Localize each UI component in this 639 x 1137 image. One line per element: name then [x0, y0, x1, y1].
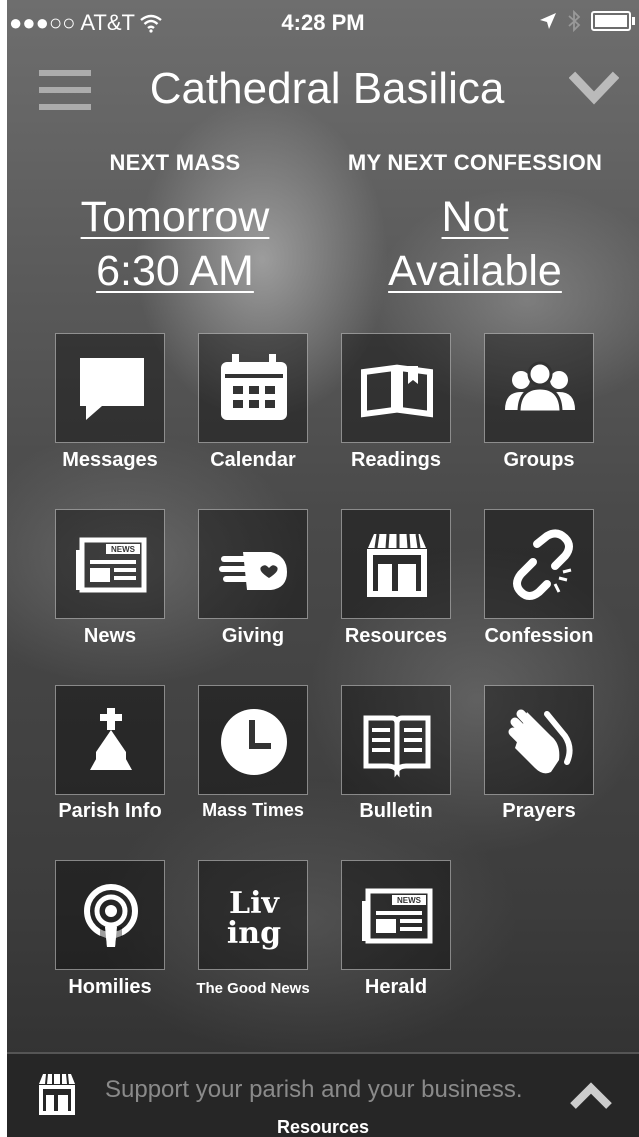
storefront-icon [39, 1073, 75, 1115]
church-icon [90, 708, 132, 770]
tile-label-bulletin[interactable]: Bulletin [316, 800, 476, 823]
tile-label-giving[interactable]: Giving [173, 625, 333, 648]
tile-label-groups[interactable]: Groups [459, 449, 619, 472]
logo-text-ing: ing [227, 916, 281, 951]
next-mass-panel: NEXT MASS Tomorrow 6:30 AM [17, 150, 333, 298]
next-confession-panel: MY NEXT CONFESSION Not Available [317, 150, 633, 298]
living-logo-icon: Liv ing [227, 886, 281, 951]
tile-the-good-news[interactable]: Liv ing [198, 860, 308, 970]
tile-label-messages[interactable]: Messages [30, 449, 190, 472]
app-header: Cathedral Basilica [7, 56, 639, 126]
tile-label-the-good-news[interactable]: The Good News [173, 980, 333, 997]
next-confession-line1[interactable]: Not [317, 190, 633, 244]
tile-label-homilies[interactable]: Homilies [30, 976, 190, 999]
tile-giving[interactable] [198, 509, 308, 619]
footer-caption: Resources [276, 1117, 370, 1137]
tile-parish-info[interactable] [55, 685, 165, 795]
clock-icon [221, 709, 287, 775]
newspaper-icon: NEWS [76, 537, 147, 593]
tile-bulletin[interactable] [341, 685, 451, 795]
calendar-icon [221, 354, 287, 420]
news-badge-text: NEWS [111, 545, 136, 554]
next-mass-link[interactable]: Tomorrow 6:30 AM [17, 190, 333, 298]
next-confession-label: MY NEXT CONFESSION [347, 150, 603, 175]
tile-calendar[interactable] [198, 333, 308, 443]
app-screen: ●●●○○ AT&T 4:28 PM Cathedral Basilica NE… [7, 0, 639, 1137]
page-title: Cathedral Basilica [149, 64, 505, 113]
tile-label-prayers[interactable]: Prayers [459, 800, 619, 823]
news-badge-text: NEWS [397, 896, 422, 905]
battery-icon [591, 11, 635, 31]
next-confession-link[interactable]: Not Available [317, 190, 633, 298]
next-mass-day[interactable]: Tomorrow [17, 190, 333, 244]
tile-label-confession[interactable]: Confession [459, 625, 619, 648]
status-indicators [539, 10, 635, 32]
chat-bubble-icon [80, 358, 144, 420]
promo-text: Support your parish and your business. [105, 1076, 523, 1103]
people-icon [505, 361, 575, 414]
tile-label-parish-info[interactable]: Parish Info [30, 800, 190, 823]
status-bar: ●●●○○ AT&T 4:28 PM [7, 0, 639, 46]
praying-hands-icon [508, 709, 573, 774]
tile-news[interactable]: NEWS [55, 509, 165, 619]
tile-label-resources[interactable]: Resources [316, 625, 476, 648]
newspaper-icon: NEWS [362, 888, 433, 944]
bluetooth-icon [568, 10, 581, 32]
open-book-icon [361, 364, 433, 418]
next-confession-line2[interactable]: Available [317, 244, 633, 298]
chevron-up-icon[interactable] [567, 1078, 615, 1112]
podcast-icon [84, 884, 138, 947]
menu-icon[interactable] [39, 70, 91, 110]
tile-homilies[interactable] [55, 860, 165, 970]
tile-confession[interactable] [484, 509, 594, 619]
storefront-icon [367, 533, 427, 597]
tile-label-news[interactable]: News [30, 625, 190, 648]
location-arrow-icon [540, 13, 556, 29]
next-mass-time[interactable]: 6:30 AM [17, 244, 333, 298]
tile-label-mass-times[interactable]: Mass Times [173, 800, 333, 821]
tile-readings[interactable] [341, 333, 451, 443]
chevron-down-icon[interactable] [569, 68, 619, 108]
tile-herald[interactable]: NEWS [341, 860, 451, 970]
hand-heart-icon [219, 552, 287, 590]
tile-prayers[interactable] [484, 685, 594, 795]
tile-groups[interactable] [484, 333, 594, 443]
tile-label-herald[interactable]: Herald [316, 976, 476, 999]
tile-resources[interactable] [341, 509, 451, 619]
next-mass-label: NEXT MASS [109, 150, 241, 175]
broken-chain-icon [513, 529, 573, 600]
tile-label-calendar[interactable]: Calendar [173, 449, 333, 472]
tile-label-readings[interactable]: Readings [316, 449, 476, 472]
book-pages-icon [363, 715, 431, 778]
tile-messages[interactable] [55, 333, 165, 443]
promo-footer[interactable]: Support your parish and your business. R… [7, 1052, 639, 1137]
tile-mass-times[interactable] [198, 685, 308, 795]
